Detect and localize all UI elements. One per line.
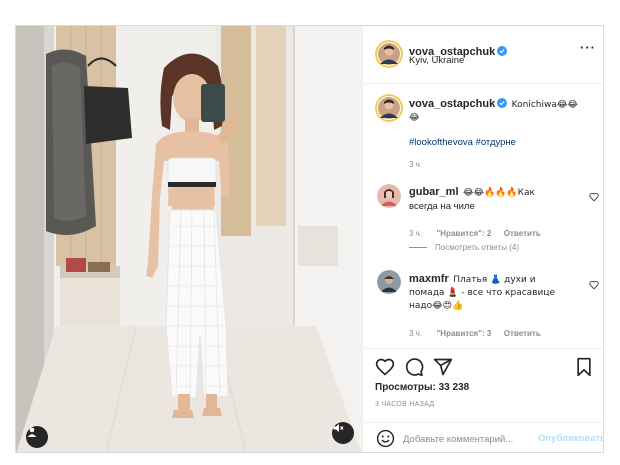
post-time-ago[interactable]: 3 ЧАСОВ НАЗАД [375, 401, 434, 408]
comment-like-heart-icon[interactable] [589, 189, 599, 207]
replies-divider [409, 247, 427, 249]
post-side-panel: vova_ostapchuk Kyiv, Ukraine ··· vova_os… [362, 26, 603, 452]
caption-text: Konichiwa😂😂 [511, 100, 578, 110]
share-icon[interactable] [433, 357, 453, 382]
comment-likes[interactable]: "Нравится": 3 [437, 329, 492, 338]
caption: vova_ostapchuk Konichiwa😂😂 😂 #lookofthev… [409, 96, 599, 169]
post-header: vova_ostapchuk Kyiv, Ukraine ··· [363, 26, 603, 84]
caption-avatar[interactable] [375, 94, 403, 122]
post-photo[interactable] [16, 26, 362, 452]
comment-text-line3: надо😂😍👍 [409, 301, 464, 311]
mirror-selfie-image [16, 26, 362, 452]
heart-icon[interactable] [375, 357, 395, 382]
comment-likes[interactable]: "Нравится": 2 [437, 229, 492, 238]
comment-author[interactable]: maxmfr [409, 273, 449, 285]
commenter-avatar[interactable] [377, 270, 401, 294]
comment-reply-button[interactable]: Ответить [504, 329, 541, 338]
comment-input[interactable] [403, 431, 538, 447]
comment-time[interactable]: 3 ч. [409, 229, 422, 238]
comment-time[interactable]: 3 ч. [409, 329, 422, 338]
post-modal: vova_ostapchuk Kyiv, Ukraine ··· vova_os… [15, 25, 604, 453]
views-count[interactable]: Просмотры: 33 238 [375, 382, 469, 393]
caption-hashtags[interactable]: #lookofthevova #отдурне [409, 137, 599, 148]
caption-time[interactable]: 3 ч. [409, 160, 599, 169]
emoji-icon[interactable] [376, 429, 395, 452]
bookmark-icon[interactable] [575, 357, 593, 382]
comment-icon[interactable] [404, 357, 424, 382]
comment: gubar_ml 😂😂🔥🔥🔥Как всегда на чиле 3 ч. "Н… [409, 184, 581, 241]
post-actions: Просмотры: 33 238 3 ЧАСОВ НАЗАД [363, 348, 603, 422]
commenter-avatar[interactable] [377, 184, 401, 208]
avatar[interactable] [375, 40, 403, 68]
comment-like-heart-icon[interactable] [589, 277, 599, 295]
comment-text-line2: всегда на чиле [409, 201, 475, 212]
comment: maxmfr Платья 👗 духи и помада 💄 - все чт… [409, 271, 581, 341]
verified-badge-icon [497, 43, 508, 61]
mute-icon[interactable] [332, 422, 354, 444]
comment-text: 😂😂🔥🔥🔥Как [462, 188, 535, 198]
post-location[interactable]: Kyiv, Ukraine [409, 55, 464, 66]
caption-author[interactable]: vova_ostapchuk [409, 98, 495, 110]
verified-badge-icon [497, 97, 508, 110]
publish-button[interactable]: Опубликовать [538, 433, 603, 444]
more-options-button[interactable]: ··· [580, 40, 596, 55]
view-replies-label: Посмотреть ответы (4) [435, 243, 520, 252]
comment-text: Платья 👗 духи и [453, 275, 536, 285]
comment-text-line2: помада 💄 - все что красавице [409, 288, 555, 298]
comment-reply-button[interactable]: Ответить [504, 229, 541, 238]
user-tag-icon[interactable] [26, 426, 48, 448]
comment-author[interactable]: gubar_ml [409, 186, 459, 198]
add-comment-bar: Опубликовать [363, 422, 603, 452]
caption-text-line2: 😂 [409, 113, 420, 123]
view-replies-button[interactable]: Посмотреть ответы (4) [409, 243, 519, 252]
